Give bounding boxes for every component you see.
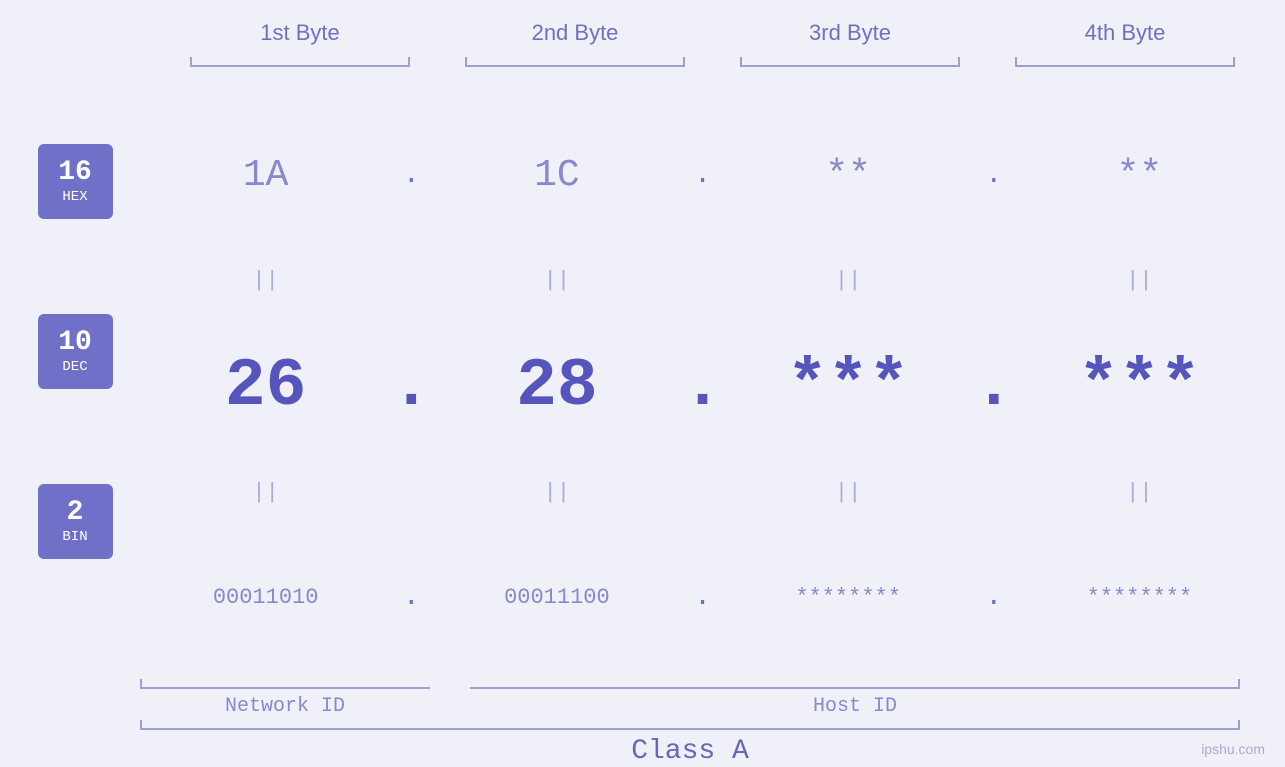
- bin-b2: 00011100: [431, 585, 682, 610]
- dec-b3: ***: [723, 348, 974, 425]
- eq2-b1: ||: [140, 476, 391, 509]
- host-bracket-line: [470, 687, 1240, 689]
- equals-row-1: || || || ||: [140, 264, 1265, 297]
- network-bracket: [140, 687, 430, 689]
- bin-b4: ********: [1014, 585, 1265, 610]
- bin-b3: ********: [723, 585, 974, 610]
- network-bracket-line: [140, 687, 430, 689]
- content-area: 16 HEX 10 DEC 2 BIN 1A . 1C: [0, 86, 1285, 687]
- hex-dot3: .: [974, 160, 1014, 191]
- eq1-b3: ||: [723, 264, 974, 297]
- hex-b2: 1C: [431, 154, 682, 197]
- hex-b3: **: [723, 154, 974, 197]
- bin-dot1: .: [391, 582, 431, 613]
- bracket-4: [988, 56, 1263, 76]
- watermark: ipshu.com: [1201, 741, 1265, 757]
- hex-badge: 16 HEX: [38, 144, 113, 219]
- byte3-header: 3rd Byte: [713, 20, 988, 46]
- hex-label: HEX: [62, 189, 87, 205]
- grid-area: 1A . 1C . ** . ** || ||: [140, 86, 1285, 687]
- dec-row: 26 . 28 . *** . ***: [140, 297, 1265, 475]
- class-label-row: Class A: [140, 736, 1240, 767]
- bin-row: 00011010 . 00011100 . ******** . *******…: [140, 509, 1265, 687]
- bin-number: 2: [67, 498, 84, 529]
- dec-dot3: .: [974, 348, 1014, 425]
- bracket-1: [163, 56, 438, 76]
- dec-dot1: .: [391, 348, 431, 425]
- dec-dot2: .: [683, 348, 723, 425]
- eq2-b2: ||: [431, 476, 682, 509]
- labels-column: 16 HEX 10 DEC 2 BIN: [0, 86, 140, 687]
- bin-dot2: .: [683, 582, 723, 613]
- main-container: 1st Byte 2nd Byte 3rd Byte 4th Byte 16 H…: [0, 0, 1285, 767]
- hex-dot1: .: [391, 160, 431, 191]
- byte-headers: 1st Byte 2nd Byte 3rd Byte 4th Byte: [163, 20, 1263, 46]
- bracket-3: [713, 56, 988, 76]
- dec-label: DEC: [62, 359, 87, 375]
- eq1-b1: ||: [140, 264, 391, 297]
- class-bracket-row: [140, 728, 1240, 730]
- dec-b4: ***: [1014, 348, 1265, 425]
- host-id-label: Host ID: [470, 695, 1240, 718]
- eq2-b3: ||: [723, 476, 974, 509]
- id-labels: Network ID Host ID: [140, 695, 1240, 718]
- bottom-section: Network ID Host ID Class A ipshu.com: [0, 687, 1285, 767]
- eq1-b4: ||: [1014, 264, 1265, 297]
- hex-number: 16: [58, 158, 92, 189]
- bin-dot3: .: [974, 582, 1014, 613]
- eq2-b4: ||: [1014, 476, 1265, 509]
- dec-b1: 26: [140, 348, 391, 425]
- byte2-header: 2nd Byte: [438, 20, 713, 46]
- hex-dot2: .: [683, 160, 723, 191]
- host-bracket: [470, 687, 1240, 689]
- network-id-label: Network ID: [140, 695, 430, 718]
- equals-row-2: || || || ||: [140, 476, 1265, 509]
- bracket-2: [438, 56, 713, 76]
- class-bracket-line: [140, 728, 1240, 730]
- hex-b4: **: [1014, 154, 1265, 197]
- bin-badge: 2 BIN: [38, 484, 113, 559]
- dec-number: 10: [58, 328, 92, 359]
- eq1-b2: ||: [431, 264, 682, 297]
- bin-b1: 00011010: [140, 585, 391, 610]
- dec-b2: 28: [431, 348, 682, 425]
- bin-label: BIN: [62, 529, 87, 545]
- byte4-header: 4th Byte: [988, 20, 1263, 46]
- id-brackets: [140, 687, 1240, 689]
- hex-row: 1A . 1C . ** . **: [140, 86, 1265, 264]
- class-label: Class A: [631, 736, 749, 767]
- dec-badge: 10 DEC: [38, 314, 113, 389]
- byte1-header: 1st Byte: [163, 20, 438, 46]
- hex-b1: 1A: [140, 154, 391, 197]
- top-brackets: [163, 56, 1263, 76]
